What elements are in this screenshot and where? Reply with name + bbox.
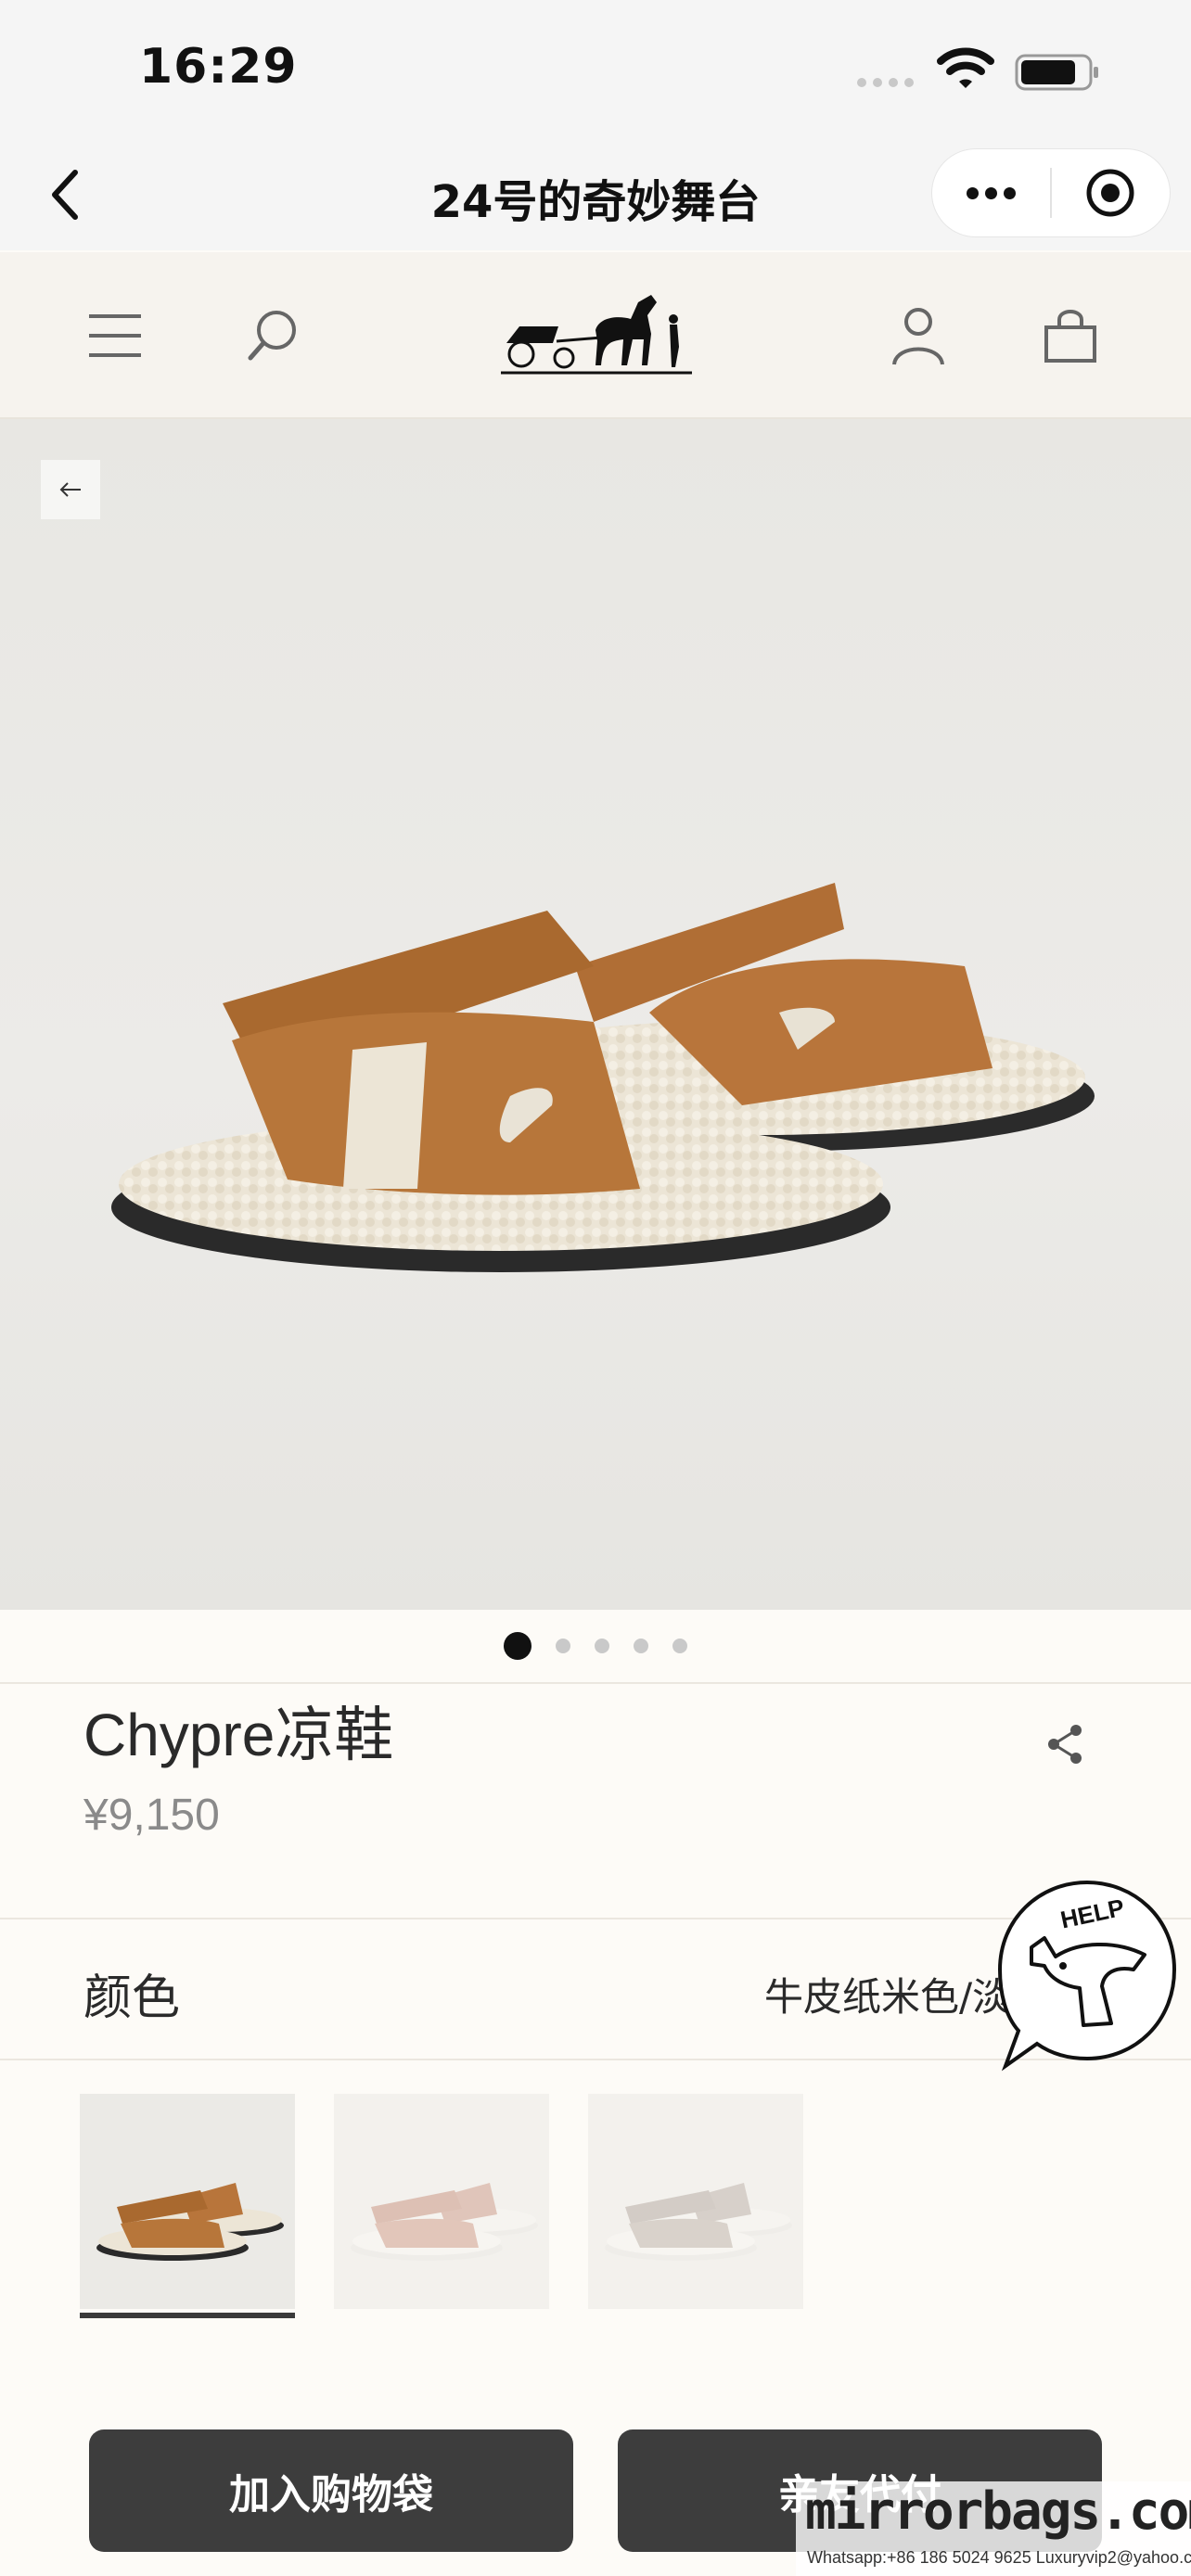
wifi-icon xyxy=(937,47,994,88)
account-icon xyxy=(892,308,944,365)
swatch-thumbnail xyxy=(351,2183,538,2261)
more-options-button[interactable] xyxy=(932,149,1050,236)
carousel-indicator xyxy=(0,1610,1191,1684)
color-swatch[interactable] xyxy=(334,2094,549,2309)
share-button[interactable] xyxy=(1043,1721,1089,1767)
menu-button[interactable] xyxy=(82,302,148,369)
menu-icon xyxy=(89,314,141,357)
carousel-dot[interactable] xyxy=(672,1639,687,1653)
cellular-signal-icon xyxy=(857,78,914,87)
color-label: 颜色 xyxy=(83,1970,181,2026)
product-image-carousel[interactable] xyxy=(0,419,1191,1610)
target-icon xyxy=(1086,169,1134,217)
status-time: 16:29 xyxy=(139,39,298,95)
account-button[interactable] xyxy=(885,302,952,369)
brand-logo[interactable] xyxy=(499,286,694,384)
mini-program-capsule xyxy=(931,148,1171,237)
site-header xyxy=(0,252,1191,419)
mini-program-nav-bar: 24号的奇妙舞台 xyxy=(0,139,1191,250)
image-back-button[interactable] xyxy=(41,460,100,519)
carousel-dot[interactable] xyxy=(556,1639,570,1653)
carousel-dot[interactable] xyxy=(634,1639,648,1653)
help-chat-button[interactable]: HELP xyxy=(994,1877,1180,2072)
watermark: mirrorbags.com Whatsapp:+86 186 5024 962… xyxy=(796,2481,1191,2576)
color-swatch[interactable] xyxy=(588,2094,803,2309)
search-button[interactable] xyxy=(239,302,306,369)
watermark-contact: Whatsapp:+86 186 5024 9625 Luxuryvip2@ya… xyxy=(807,2548,1191,2567)
bag-icon xyxy=(1044,310,1096,363)
arrow-left-icon xyxy=(59,482,81,497)
swatch-thumbnail xyxy=(605,2183,792,2261)
battery-icon xyxy=(1015,54,1098,91)
close-mini-program-button[interactable] xyxy=(1052,149,1170,236)
product-title: Chypre凉鞋 xyxy=(83,1702,394,1768)
search-icon xyxy=(248,311,296,361)
add-to-bag-button[interactable]: 加入购物袋 xyxy=(89,2429,573,2552)
carousel-dot[interactable] xyxy=(504,1632,531,1660)
color-swatch-selected[interactable] xyxy=(80,2094,295,2309)
shopping-bag-button[interactable] xyxy=(1037,302,1104,369)
carousel-dot[interactable] xyxy=(595,1639,609,1653)
selected-swatch-indicator xyxy=(80,2313,295,2318)
swatch-thumbnail xyxy=(96,2183,284,2261)
share-icon xyxy=(1048,1725,1082,1764)
watermark-site: mirrorbags.com xyxy=(805,2481,1191,2542)
product-photo-sandals xyxy=(111,883,1095,1272)
product-price: ¥9,150 xyxy=(83,1791,220,1840)
status-bar: 16:29 xyxy=(0,0,1191,139)
